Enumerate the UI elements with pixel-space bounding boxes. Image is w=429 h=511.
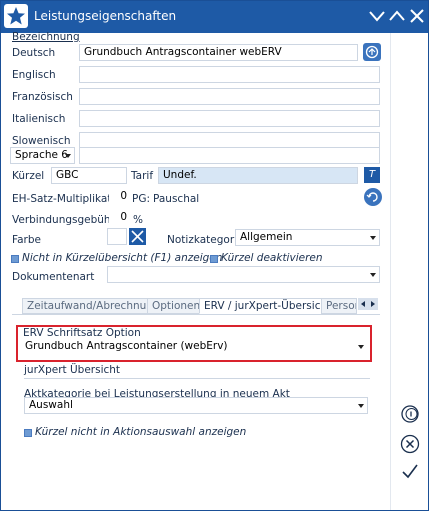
color-swatch[interactable]	[107, 228, 127, 245]
tab-scroll-left-icon[interactable]	[361, 301, 365, 307]
label-erv-schriftsatz: ERV Schriftsatz Option	[23, 327, 141, 339]
sprache6-field[interactable]	[79, 147, 380, 164]
refresh-icon[interactable]	[364, 188, 382, 206]
right-action-bar	[390, 33, 428, 510]
tarif-button[interactable]: T	[364, 167, 380, 183]
aktkategorie-value: Auswahl	[29, 399, 73, 411]
tab-person[interactable]: Person	[321, 298, 357, 314]
label-italienisch: Italienisch	[12, 113, 66, 125]
section-divider	[24, 378, 370, 379]
close-icon[interactable]	[407, 6, 427, 26]
englisch-field[interactable]	[79, 66, 380, 83]
label-jurxpert-uebersicht: jurXpert Übersicht	[24, 364, 121, 376]
label-tarif: Tarif	[131, 170, 154, 182]
label-franzoesisch: Französisch	[12, 91, 73, 103]
tab-zeitaufwand[interactable]: Zeitaufwand/Abrechnung	[22, 298, 165, 314]
language-select-value: Sprache 6	[15, 149, 68, 161]
label-eh-satz: EH-Satz-Multiplikator	[12, 193, 123, 205]
aktionsauswahl-label: Kürzel nicht in Aktionsauswahl anzeigen	[35, 426, 247, 438]
cancel-icon[interactable]	[400, 434, 420, 454]
kurzel-deaktivieren-checkbox[interactable]	[210, 255, 218, 263]
confirm-checkmark-icon[interactable]	[400, 461, 420, 481]
label-pg: PG:	[132, 193, 151, 205]
title-bar: Leistungseigenschaften	[1, 1, 428, 33]
kurzel-field[interactable]: GBC	[51, 167, 127, 184]
label-notizkategorie: Notizkategorie	[167, 234, 244, 246]
label-slowenisch: Slowenisch	[12, 135, 71, 147]
star-icon	[4, 4, 28, 28]
italienisch-field[interactable]	[79, 110, 380, 127]
translate-icon[interactable]	[363, 43, 381, 61]
language-select[interactable]: Sprache 6	[10, 147, 75, 164]
window-title: Leistungseigenschaften	[34, 9, 177, 23]
dropdown-arrow-icon	[65, 154, 71, 158]
dropdown-arrow-icon	[358, 345, 364, 349]
erv-schriftsatz-select[interactable]: Grundbuch Antragscontainer (webErv)	[21, 339, 367, 356]
dropdown-arrow-icon	[370, 236, 376, 240]
info-icon[interactable]	[400, 404, 420, 424]
tab-scroll-arrows[interactable]	[358, 298, 378, 310]
verbindungsgebuehr-field[interactable]: 0	[109, 210, 129, 227]
nicht-in-uebersicht-label: Nicht in Kürzelübersicht (F1) anzeigen	[22, 252, 223, 264]
pg-value: Pauschal	[153, 193, 200, 205]
eh-satz-field[interactable]: 0	[109, 189, 129, 206]
label-verbindungsgebuehr: Verbindungsgebühr	[12, 214, 115, 226]
main-panel: Bezeichnung Deutsch Grundbuch Antragscon…	[2, 31, 390, 510]
deutsch-field[interactable]: Grundbuch Antragscontainer webERV	[79, 44, 358, 61]
label-englisch: Englisch	[12, 69, 56, 81]
aktionsauswahl-checkbox[interactable]	[24, 429, 32, 437]
chevron-down-icon[interactable]	[367, 6, 387, 26]
label-farbe: Farbe	[12, 234, 41, 246]
notizkategorie-select[interactable]: Allgemein	[235, 229, 380, 246]
dokumentenart-select[interactable]	[107, 266, 380, 283]
label-deutsch: Deutsch	[12, 47, 56, 59]
dropdown-arrow-icon	[358, 404, 364, 408]
chevron-up-icon[interactable]	[387, 6, 407, 26]
clear-color-icon[interactable]	[129, 228, 146, 245]
tab-optionen[interactable]: Optionen	[147, 298, 206, 314]
erv-schriftsatz-value: Grundbuch Antragscontainer (webErv)	[25, 340, 228, 352]
section-title: Bezeichnung	[12, 31, 80, 43]
aktkategorie-select[interactable]: Auswahl	[24, 397, 368, 414]
dropdown-arrow-icon	[370, 273, 376, 277]
nicht-in-uebersicht-checkbox[interactable]	[11, 255, 19, 263]
tab-erv-jurxpert[interactable]: ERV / jurXpert-Übersicht	[199, 298, 337, 314]
percent-unit: %	[133, 214, 143, 226]
label-kurzel: Kürzel	[12, 170, 45, 182]
tarif-field[interactable]: Undef.	[158, 167, 358, 184]
tab-scroll-right-icon[interactable]	[371, 301, 375, 307]
franzoesisch-field[interactable]	[79, 88, 380, 105]
tab-divider	[12, 314, 380, 315]
label-dokumentenart: Dokumentenart	[12, 271, 95, 283]
kurzel-deaktivieren-label: Kürzel deaktivieren	[221, 252, 323, 264]
dialog-window: Leistungseigenschaften Bezeichnung Deuts…	[0, 0, 429, 511]
notizkategorie-value: Allgemein	[240, 231, 293, 243]
